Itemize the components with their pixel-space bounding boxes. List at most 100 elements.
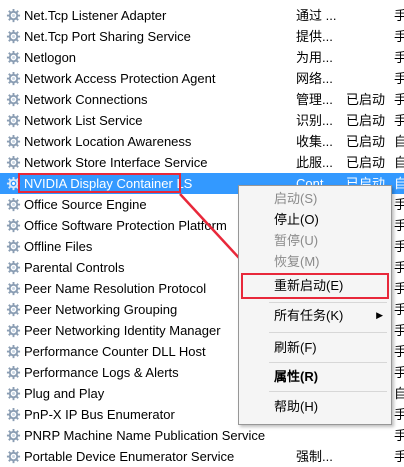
service-description: 强制... [296, 449, 333, 464]
gear-icon [6, 428, 21, 443]
service-name: Plug and Play [24, 386, 105, 401]
service-description: 提供... [296, 29, 333, 44]
service-name: Office Source Engine [24, 197, 147, 212]
menu-item-label: 停止(O) [274, 212, 319, 227]
menu-item-label: 暂停(U) [274, 233, 319, 248]
service-name: Netlogon [24, 50, 77, 65]
gear-icon [6, 197, 21, 212]
service-startup-type: 自 [394, 155, 404, 170]
service-startup-type: 手 [394, 50, 404, 65]
menu-separator [269, 302, 387, 303]
gear-icon [6, 50, 21, 65]
service-row[interactable]: Network List Service 识别... 已启动 手 [0, 110, 404, 131]
menu-item-resume[interactable]: 恢复(M) [239, 251, 391, 272]
service-startup-type: 手 [394, 302, 404, 317]
service-startup-type: 手 [394, 323, 404, 338]
service-name: Performance Logs & Alerts [24, 365, 179, 380]
service-name: Net.Tcp Listener Adapter [24, 8, 167, 23]
chevron-right-icon: ▶ [376, 310, 383, 320]
gear-icon [6, 239, 21, 254]
service-name: Peer Networking Identity Manager [24, 323, 221, 338]
service-description: 识别... [296, 113, 333, 128]
gear-icon [6, 302, 21, 317]
service-row[interactable]: Netlogon 为用... 手 [0, 47, 404, 68]
service-row[interactable]: Net.Tcp Port Sharing Service 提供... 手 [0, 26, 404, 47]
menu-item-properties[interactable]: 属性(R) [239, 366, 391, 387]
service-startup-type: 自 [394, 176, 404, 191]
service-name: Network Access Protection Agent [24, 71, 216, 86]
gear-icon [6, 386, 21, 401]
service-startup-type: 手 [394, 92, 404, 107]
service-startup-type: 手 [394, 281, 404, 296]
service-startup-type: 手 [394, 197, 404, 212]
gear-icon [6, 8, 21, 23]
service-name: Network Location Awareness [24, 134, 192, 149]
service-description: 通过 ... [296, 8, 337, 23]
service-startup-type: 手 [394, 8, 404, 23]
gear-icon [6, 344, 21, 359]
gear-icon [6, 92, 21, 107]
menu-item-start[interactable]: 启动(S) [239, 188, 391, 209]
service-description: 此服... [296, 155, 333, 170]
service-row[interactable]: Network Access Protection Agent 网络... 手 [0, 68, 404, 89]
service-name: Offline Files [24, 239, 93, 254]
service-status: 已启动 [346, 155, 386, 170]
menu-item-all-tasks[interactable]: 所有任务(K) ▶ [239, 305, 391, 326]
annotation-highlight-service [18, 173, 181, 193]
gear-icon [6, 281, 21, 296]
service-name: Net.Tcp Port Sharing Service [24, 29, 191, 44]
menu-item-pause[interactable]: 暂停(U) [239, 230, 391, 251]
service-startup-type: 手 [394, 113, 404, 128]
gear-icon [6, 365, 21, 380]
menu-item-label: 所有任务(K) [274, 308, 344, 323]
service-startup-type: 手 [394, 218, 404, 233]
gear-icon [6, 407, 21, 422]
menu-item-label: 恢复(M) [274, 254, 320, 269]
service-description: 管理... [296, 92, 333, 107]
gear-icon [6, 449, 21, 464]
service-name: Performance Counter DLL Host [24, 344, 206, 359]
service-name: Network List Service [24, 113, 143, 128]
service-row[interactable]: Portable Device Enumerator Service 强制...… [0, 446, 404, 467]
service-startup-type: 手 [394, 29, 404, 44]
gear-icon [6, 323, 21, 338]
gear-icon [6, 71, 21, 86]
service-name: Portable Device Enumerator Service [24, 449, 235, 464]
service-row[interactable]: Network Store Interface Service 此服... 已启… [0, 152, 404, 173]
service-startup-type: 手 [394, 449, 404, 464]
menu-item-refresh[interactable]: 刷新(F) [239, 337, 391, 358]
gear-icon [6, 260, 21, 275]
service-startup-type: 手 [394, 428, 404, 443]
service-row[interactable]: Network Connections 管理... 已启动 手 [0, 89, 404, 110]
menu-item-help[interactable]: 帮助(H) [239, 396, 391, 417]
service-row[interactable]: Network Location Awareness 收集... 已启动 自 [0, 131, 404, 152]
service-name: Peer Name Resolution Protocol [24, 281, 207, 296]
service-name: PnP-X IP Bus Enumerator [24, 407, 175, 422]
service-startup-type: 手 [394, 344, 404, 359]
menu-item-label: 启动(S) [274, 191, 318, 206]
context-menu: 启动(S) 停止(O) 暂停(U) 恢复(M) 重新启动(E) 所有任务(K) … [238, 185, 392, 425]
service-startup-type: 手 [394, 407, 404, 422]
service-status: 已启动 [346, 113, 386, 128]
service-description: 收集... [296, 134, 333, 149]
service-status: 已启动 [346, 92, 386, 107]
service-row[interactable]: Net.Tcp Listener Adapter 通过 ... 手 [0, 5, 404, 26]
menu-item-stop[interactable]: 停止(O) [239, 209, 391, 230]
menu-separator [269, 362, 387, 363]
service-row[interactable]: PNRP Machine Name Publication Service 手 [0, 425, 404, 446]
service-name: PNRP Machine Name Publication Service [24, 428, 266, 443]
service-name: Network Connections [24, 92, 148, 107]
annotation-highlight-restart [241, 273, 389, 299]
gear-icon [6, 113, 21, 128]
menu-separator [269, 332, 387, 333]
service-startup-type: 手 [394, 260, 404, 275]
service-startup-type: 手 [394, 365, 404, 380]
service-description: 为用... [296, 50, 333, 65]
service-name: Office Software Protection Platform [24, 218, 227, 233]
menu-separator [269, 391, 387, 392]
gear-icon [6, 134, 21, 149]
menu-item-label: 属性(R) [274, 369, 319, 384]
gear-icon [6, 155, 21, 170]
service-status: 已启动 [346, 134, 386, 149]
service-startup-type: 自 [394, 386, 404, 401]
